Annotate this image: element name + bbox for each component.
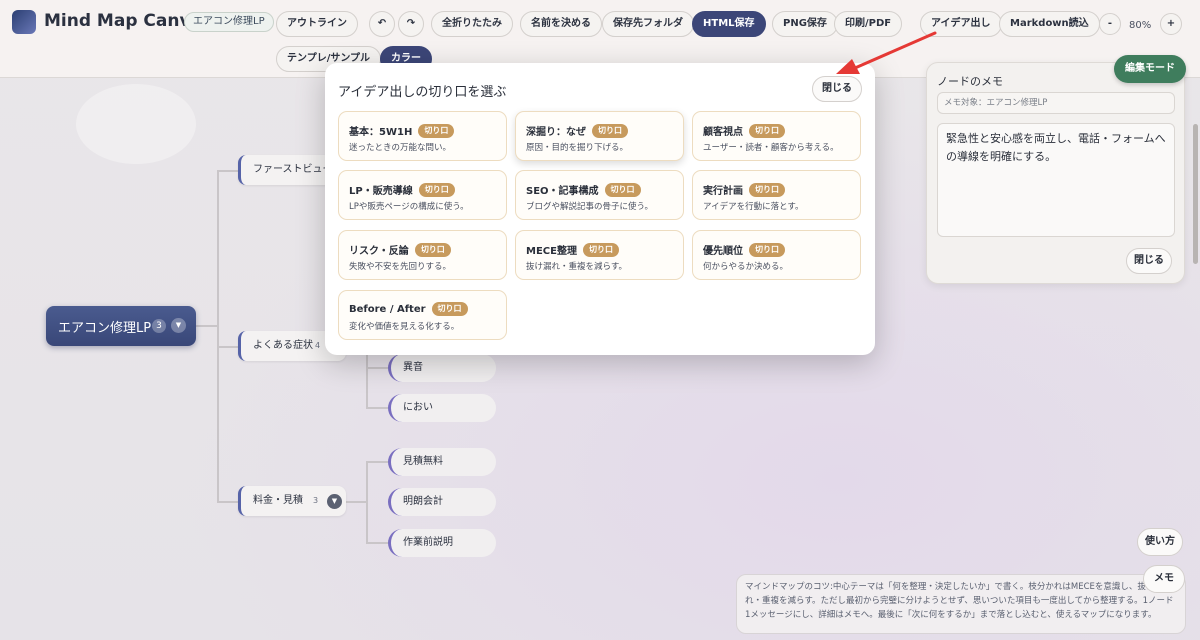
annotation-arrow-icon [836, 31, 937, 74]
